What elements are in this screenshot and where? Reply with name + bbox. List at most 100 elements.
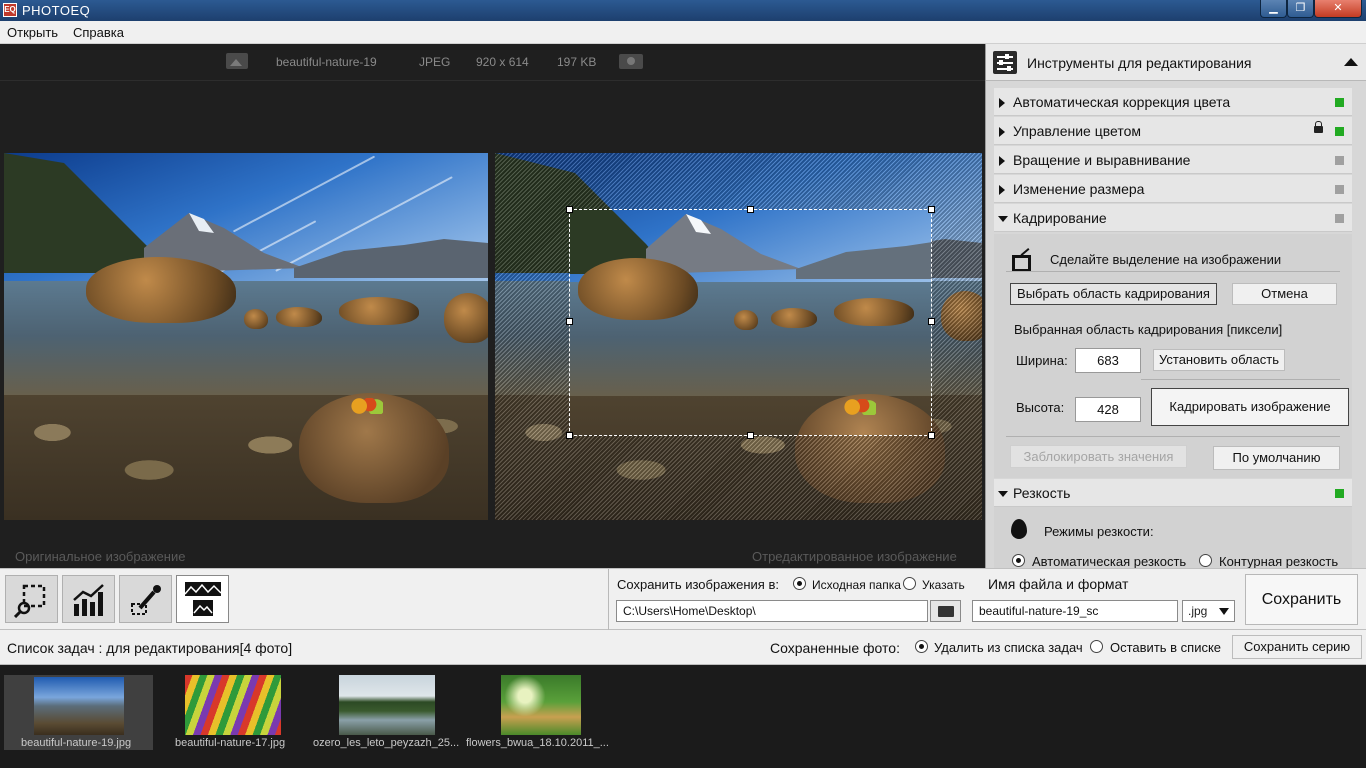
remove-from-list-label: Удалить из списка задач xyxy=(934,640,1083,655)
crop-handle-se[interactable] xyxy=(928,432,935,439)
section-label: Резкость xyxy=(1013,485,1071,501)
status-indicator xyxy=(1335,156,1344,165)
chevron-right-icon xyxy=(999,127,1005,137)
drop-icon xyxy=(1011,519,1027,539)
panel-header[interactable]: Инструменты для редактирования xyxy=(986,44,1366,81)
eyedropper-icon xyxy=(131,585,161,615)
crop-handle-sw[interactable] xyxy=(566,432,573,439)
section-label: Кадрирование xyxy=(1013,210,1107,226)
contour-sharpness-label: Контурная резкость xyxy=(1219,554,1339,568)
crop-handle-ne[interactable] xyxy=(928,206,935,213)
crop-handle-e[interactable] xyxy=(928,318,935,325)
crop-icon xyxy=(1008,249,1031,272)
chevron-right-icon xyxy=(999,98,1005,108)
thumbnail-item[interactable]: flowers_bwua_18.10.2011_... xyxy=(466,675,626,750)
filename-format-label: Имя файла и формат xyxy=(988,576,1129,592)
toolbar-separator xyxy=(608,569,609,631)
status-indicator xyxy=(1335,489,1344,498)
thumbnail-image xyxy=(185,675,281,735)
height-input[interactable] xyxy=(1075,397,1141,422)
maximize-button[interactable]: ❐ xyxy=(1287,0,1314,18)
section-resize[interactable]: Изменение размера xyxy=(994,175,1352,203)
cancel-button[interactable]: Отмена xyxy=(1232,283,1337,305)
status-indicator xyxy=(1335,127,1344,136)
filename-input[interactable]: beautiful-nature-19_sc xyxy=(972,600,1178,622)
thumbnail-name: beautiful-nature-19.jpg xyxy=(21,737,132,749)
thumbnail-item[interactable]: beautiful-nature-19.jpg xyxy=(4,675,153,750)
compare-view-tool[interactable] xyxy=(176,575,229,623)
image-icon xyxy=(226,53,248,69)
save-to-label: Сохранить изображения в: xyxy=(617,577,779,592)
collapse-up-icon[interactable] xyxy=(1344,58,1358,66)
crop-selection[interactable] xyxy=(569,209,932,436)
format-select[interactable]: .jpg xyxy=(1182,600,1235,622)
camera-icon[interactable] xyxy=(619,54,643,69)
close-button[interactable]: ✕ xyxy=(1314,0,1362,18)
image-dimensions: 920 x 614 xyxy=(476,55,529,69)
section-auto-color[interactable]: Автоматическая коррекция цвета xyxy=(994,88,1352,116)
chevron-down-icon xyxy=(998,491,1008,497)
histogram-tool[interactable] xyxy=(62,575,115,623)
crop-handle-w[interactable] xyxy=(566,318,573,325)
crop-handle-s[interactable] xyxy=(747,432,754,439)
compare-images-icon xyxy=(185,582,221,616)
task-list-title: Список задач : для редактирования[4 фото… xyxy=(7,640,293,656)
divider xyxy=(1141,379,1340,380)
thumbnail-image xyxy=(501,675,581,735)
thumbnail-name: beautiful-nature-17.jpg xyxy=(175,737,286,749)
original-caption: Оригинальное изображение xyxy=(15,549,186,564)
menu-open[interactable]: Открыть xyxy=(7,25,58,40)
image-viewer: beautiful-nature-19 JPEG 920 x 614 197 K… xyxy=(0,44,985,568)
section-color-management[interactable]: Управление цветом xyxy=(994,117,1352,145)
window-title: PHOTOEQ xyxy=(22,3,91,18)
save-button[interactable]: Сохранить xyxy=(1245,574,1358,625)
section-label: Автоматическая коррекция цвета xyxy=(1013,94,1231,110)
thumbnail-item[interactable]: beautiful-nature-17.jpg xyxy=(175,675,300,750)
radio-source-folder[interactable] xyxy=(793,577,806,590)
radio-auto-sharpness[interactable] xyxy=(1012,554,1025,567)
divider xyxy=(1006,271,1340,272)
thumbnail-strip: beautiful-nature-19.jpg beautiful-nature… xyxy=(0,665,1366,768)
save-path-input[interactable]: C:\Users\Home\Desktop\ xyxy=(616,600,928,622)
defaults-button[interactable]: По умолчанию xyxy=(1213,446,1340,470)
menu-help[interactable]: Справка xyxy=(73,25,124,40)
chevron-down-icon xyxy=(998,216,1008,222)
section-label: Изменение размера xyxy=(1013,181,1145,197)
status-indicator xyxy=(1335,98,1344,107)
app-logo-icon: EQ xyxy=(3,3,17,17)
select-crop-area-button[interactable]: Выбрать область кадрирования xyxy=(1010,283,1217,305)
radio-contour-sharpness[interactable] xyxy=(1199,554,1212,567)
edited-image[interactable] xyxy=(495,153,982,520)
chevron-right-icon xyxy=(999,185,1005,195)
radio-specify-folder[interactable] xyxy=(903,577,916,590)
section-rotation[interactable]: Вращение и выравнивание xyxy=(994,146,1352,174)
save-series-button[interactable]: Сохранить серию xyxy=(1232,635,1362,659)
edited-caption: Отредактированное изображение xyxy=(752,549,957,564)
set-area-button[interactable]: Установить область xyxy=(1153,349,1285,371)
bottom-toolbar: Сохранить изображения в: Исходная папка … xyxy=(0,568,1366,631)
image-format: JPEG xyxy=(419,55,451,69)
crop-image-button[interactable]: Кадрировать изображение xyxy=(1151,388,1349,426)
keep-in-list-label: Оставить в списке xyxy=(1110,640,1222,655)
title-bar: EQ PHOTOEQ ▁ ❐ ✕ xyxy=(0,0,1366,21)
minimize-button[interactable]: ▁ xyxy=(1260,0,1287,18)
browse-folder-button[interactable] xyxy=(930,600,961,622)
specify-folder-label: Указать xyxy=(922,578,965,592)
crop-handle-n[interactable] xyxy=(747,206,754,213)
eyedropper-tool[interactable] xyxy=(119,575,172,623)
panel-title: Инструменты для редактирования xyxy=(1027,55,1252,71)
original-image[interactable] xyxy=(4,153,488,520)
crop-handle-nw[interactable] xyxy=(566,206,573,213)
lock-values-button[interactable]: Заблокировать значения xyxy=(1010,445,1187,468)
selection-zoom-tool[interactable] xyxy=(5,575,58,623)
thumbnail-image xyxy=(34,677,124,735)
menu-bar: Открыть Справка xyxy=(0,21,1366,44)
thumbnail-item[interactable]: ozero_les_leto_peyzazh_25... xyxy=(310,675,470,750)
image-name: beautiful-nature-19 xyxy=(276,55,377,69)
section-sharpness[interactable]: Резкость xyxy=(994,479,1352,507)
radio-remove-from-list[interactable] xyxy=(915,640,928,653)
radio-keep-in-list[interactable] xyxy=(1090,640,1103,653)
saved-photos-label: Сохраненные фото: xyxy=(770,640,900,656)
section-crop[interactable]: Кадрирование xyxy=(994,204,1352,232)
width-input[interactable] xyxy=(1075,348,1141,373)
